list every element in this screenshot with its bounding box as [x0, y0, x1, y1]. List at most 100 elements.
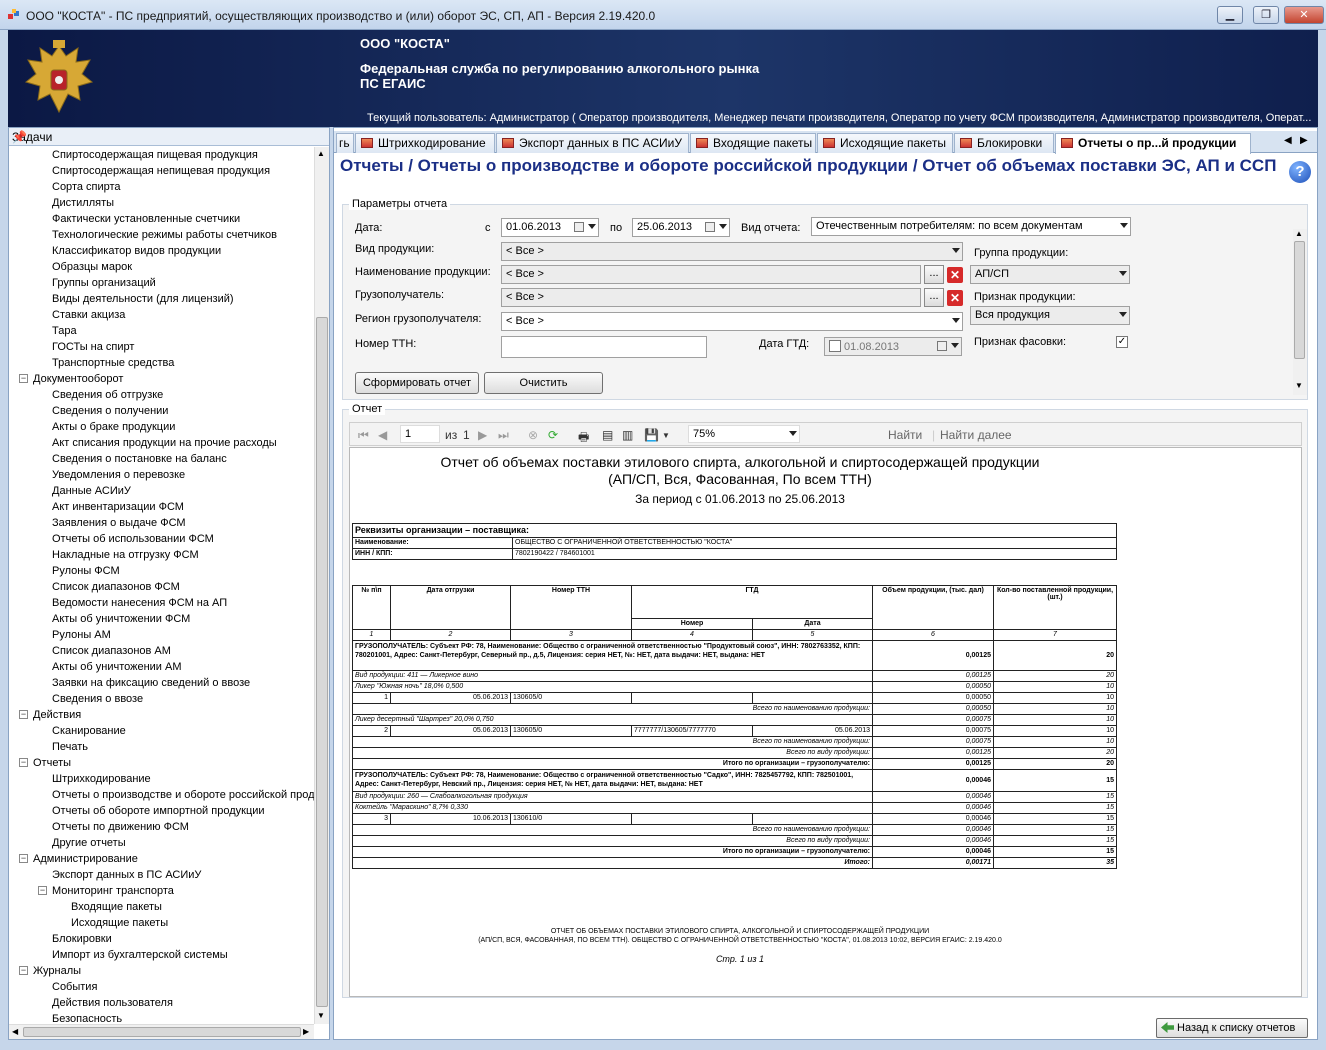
tree-hscroll-thumb[interactable]: [23, 1027, 301, 1037]
tree-item[interactable]: Спиртосодержащая непищевая продукция: [52, 163, 270, 179]
find-link[interactable]: Найти: [888, 428, 922, 442]
clear-button[interactable]: Очистить: [484, 372, 603, 394]
tree-item[interactable]: Мониторинг транспорта: [52, 883, 174, 899]
tree-item[interactable]: Сведения о постановке на баланс: [52, 451, 227, 467]
product-name-browse-button[interactable]: ...: [924, 265, 944, 284]
tree-item[interactable]: Сведения о ввозе: [52, 691, 143, 707]
tree-item[interactable]: Печать: [52, 739, 88, 755]
product-kind-select[interactable]: < Все >: [501, 242, 963, 261]
tree-item[interactable]: Входящие пакеты: [71, 899, 162, 915]
tab-barcoding[interactable]: Штрихкодирование: [355, 133, 495, 153]
tree-item[interactable]: Акты об уничтожении АМ: [52, 659, 182, 675]
tree-item[interactable]: Список диапазонов ФСМ: [52, 579, 180, 595]
tree-item[interactable]: Экспорт данных в ПС АСИиУ: [52, 867, 201, 883]
tree-item[interactable]: Действия пользователя: [52, 995, 173, 1011]
last-page-icon[interactable]: ⏭: [498, 428, 509, 443]
scroll-up-icon[interactable]: ▲: [317, 149, 325, 158]
tree-item[interactable]: Отчеты об обороте импортной продукции: [52, 803, 265, 819]
tree-item[interactable]: Виды деятельности (для лицензий): [52, 291, 234, 307]
tab-export-asiiu[interactable]: Экспорт данных в ПС АСИиУ: [496, 133, 689, 153]
tree-item[interactable]: Накладные на отгрузку ФСМ: [52, 547, 199, 563]
tree-item[interactable]: Уведомления о перевозке: [52, 467, 185, 483]
next-page-icon[interactable]: ▶: [478, 428, 487, 442]
tree-item[interactable]: Отчеты о производстве и обороте российск…: [52, 787, 314, 803]
tree-item[interactable]: Администрирование: [33, 851, 138, 867]
chevron-down-icon[interactable]: [789, 431, 797, 436]
tree-item[interactable]: Документооборот: [33, 371, 123, 387]
minimize-button[interactable]: ▁: [1217, 6, 1243, 24]
tree-item[interactable]: Список диапазонов АМ: [52, 643, 171, 659]
calendar-icon[interactable]: [574, 222, 584, 232]
refresh-icon[interactable]: ⟳: [548, 428, 558, 442]
chevron-down-icon[interactable]: [588, 224, 596, 229]
page-number-input[interactable]: 1: [400, 425, 440, 443]
tree-item[interactable]: Транспортные средства: [52, 355, 174, 371]
tree-item[interactable]: Рулоны ФСМ: [52, 563, 120, 579]
tab-partial[interactable]: гь: [336, 133, 354, 153]
tree-item[interactable]: Другие отчеты: [52, 835, 126, 851]
chevron-down-icon[interactable]: [952, 248, 960, 253]
report-type-select[interactable]: Отечественным потребителям: по всем доку…: [811, 217, 1131, 236]
tree-item[interactable]: Импорт из бухгалтерской системы: [52, 947, 228, 963]
gtd-date-checkbox[interactable]: [829, 340, 841, 352]
help-icon[interactable]: ?: [1289, 161, 1311, 183]
tree-expander-icon[interactable]: −: [19, 758, 28, 767]
tree-item[interactable]: Отчеты по движению ФСМ: [52, 819, 189, 835]
chevron-down-icon[interactable]: [1119, 271, 1127, 276]
tree-item[interactable]: Отчеты об использовании ФСМ: [52, 531, 214, 547]
tree-item[interactable]: Образцы марок: [52, 259, 132, 275]
scroll-right-icon[interactable]: ▶: [303, 1027, 309, 1036]
tree-horizontal-scrollbar[interactable]: ◀ ▶: [9, 1024, 314, 1039]
pin-icon[interactable]: 📌: [12, 130, 27, 144]
page-setup-icon[interactable]: ▥: [622, 428, 633, 442]
tree-item[interactable]: Штрихкодирование: [52, 771, 151, 787]
tree-item[interactable]: Сведения об отгрузке: [52, 387, 163, 403]
first-page-icon[interactable]: ⏮: [358, 428, 369, 443]
tree-item[interactable]: Действия: [33, 707, 81, 723]
tree-item[interactable]: Блокировки: [52, 931, 112, 947]
back-to-reports-button[interactable]: Назад к списку отчетов: [1156, 1018, 1308, 1038]
tree-item[interactable]: Ведомости нанесения ФСМ на АП: [52, 595, 227, 611]
product-name-clear-icon[interactable]: ✕: [947, 267, 963, 283]
tree-item[interactable]: Заявки на фиксацию сведений о ввозе: [52, 675, 250, 691]
consignee-clear-icon[interactable]: ✕: [947, 290, 963, 306]
ttn-input[interactable]: [501, 336, 707, 358]
scroll-left-icon[interactable]: ◀: [12, 1027, 18, 1036]
chevron-down-icon[interactable]: [719, 224, 727, 229]
consignee-field[interactable]: < Все >: [501, 288, 921, 307]
tree-item[interactable]: Дистилляты: [52, 195, 114, 211]
chevron-down-icon[interactable]: [951, 343, 959, 348]
tree-item[interactable]: Акты об уничтожении ФСМ: [52, 611, 190, 627]
tab-scroll-right-icon[interactable]: ▶: [1300, 135, 1308, 146]
tree-item[interactable]: События: [52, 979, 97, 995]
tree-item[interactable]: Группы организаций: [52, 275, 156, 291]
zoom-select[interactable]: 75%: [688, 425, 800, 443]
tree-item[interactable]: Сорта спирта: [52, 179, 121, 195]
chevron-down-icon[interactable]: [1119, 312, 1127, 317]
tree-item[interactable]: Сведения о получении: [52, 403, 168, 419]
gtd-date-field[interactable]: 01.08.2013: [824, 337, 962, 356]
tree-item[interactable]: Фактически установленные счетчики: [52, 211, 240, 227]
tab-incoming-packages[interactable]: Входящие пакеты: [690, 133, 816, 153]
scroll-down-icon[interactable]: ▼: [1295, 381, 1303, 390]
tree-item[interactable]: Отчеты: [33, 755, 71, 771]
region-select[interactable]: < Все >: [501, 312, 963, 331]
tree-expander-icon[interactable]: −: [19, 854, 28, 863]
tree-item[interactable]: Данные АСИиУ: [52, 483, 131, 499]
tab-production-reports[interactable]: Отчеты о пр...й продукции: [1055, 133, 1251, 154]
tree-item[interactable]: Журналы: [33, 963, 81, 979]
calendar-icon[interactable]: [705, 222, 715, 232]
find-next-link[interactable]: Найти далее: [940, 428, 1012, 442]
tree-expander-icon[interactable]: −: [19, 374, 28, 383]
product-name-field[interactable]: < Все >: [501, 265, 921, 284]
tree-vertical-scrollbar[interactable]: ▲ ▼: [314, 147, 329, 1024]
tree-expander-icon[interactable]: −: [19, 710, 28, 719]
tree-item[interactable]: Исходящие пакеты: [71, 915, 168, 931]
tree-item[interactable]: Акты о браке продукции: [52, 419, 175, 435]
product-group-select[interactable]: АП/СП: [970, 265, 1130, 284]
date-from-field[interactable]: 01.06.2013: [501, 218, 599, 237]
tab-outgoing-packages[interactable]: Исходящие пакеты: [817, 133, 953, 153]
params-scroll-thumb[interactable]: [1294, 241, 1305, 359]
packing-checkbox[interactable]: ✓: [1116, 336, 1128, 348]
export-icon[interactable]: 💾: [644, 428, 659, 442]
